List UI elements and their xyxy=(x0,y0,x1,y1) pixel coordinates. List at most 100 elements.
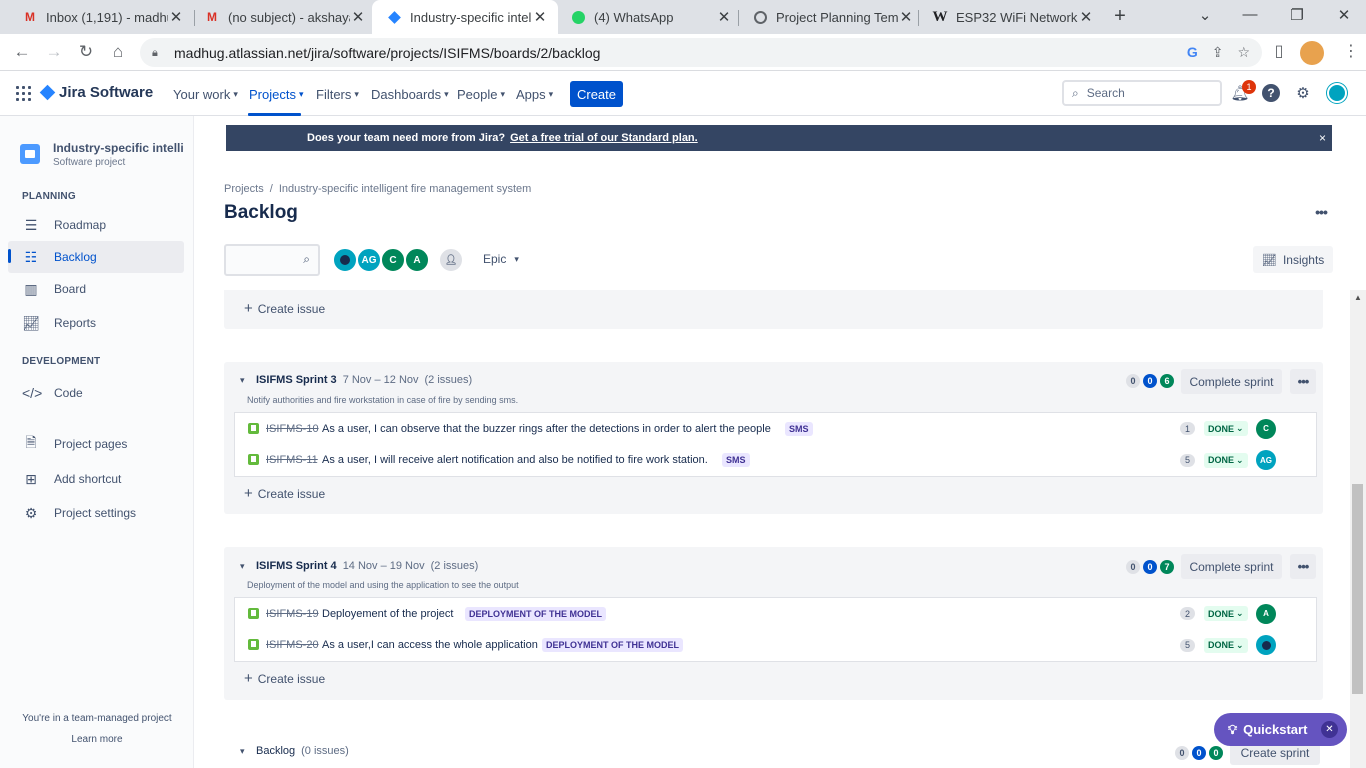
share-icon[interactable]: ⇪ xyxy=(1212,44,1224,61)
nav-projects[interactable]: Projects ▾ xyxy=(249,87,304,102)
help-icon[interactable]: ? xyxy=(1261,83,1281,103)
home-icon[interactable]: ⌂ xyxy=(107,42,129,62)
sidebar-item-backlog[interactable]: ☷ Backlog xyxy=(8,241,184,273)
browser-tab[interactable]: (4) WhatsApp ✕ xyxy=(556,0,742,34)
nav-apps[interactable]: Apps ▾ xyxy=(516,87,553,102)
project-name[interactable]: Industry-specific intelli... xyxy=(53,141,183,155)
quickstart-button[interactable]: 💡︎ Quickstart ✕ xyxy=(1214,713,1347,746)
sidebar-item-code[interactable]: </> Code xyxy=(8,377,184,409)
app-switcher-icon[interactable] xyxy=(16,86,31,101)
sprint-header[interactable]: ▾ ISIFMS Sprint 3 7 Nov – 12 Nov (2 issu… xyxy=(240,374,472,386)
avatar-filter[interactable]: A xyxy=(404,247,430,273)
close-icon[interactable]: ✕ xyxy=(898,8,914,26)
side-panel-icon[interactable]: ▯ xyxy=(1268,41,1290,61)
main-scrollbar[interactable]: ▲ xyxy=(1350,290,1366,768)
banner-trial-link[interactable]: Get a free trial of our Standard plan. xyxy=(510,132,698,144)
avatar-filter[interactable] xyxy=(332,247,358,273)
sidebar-item-project-settings[interactable]: ⚙ Project settings xyxy=(8,497,184,529)
sprint-header[interactable]: ▾ ISIFMS Sprint 4 14 Nov – 19 Nov (2 iss… xyxy=(240,560,478,572)
avatar-filter[interactable]: AG xyxy=(356,247,382,273)
backlog-search-input[interactable]: ⌕ xyxy=(224,244,320,276)
window-close-icon[interactable]: ✕ xyxy=(1334,6,1354,24)
browser-tab[interactable]: Project Planning Temp ✕ xyxy=(738,0,924,34)
sidebar-item-project-pages[interactable]: 🗎︎ Project pages xyxy=(8,428,184,460)
status-dropdown[interactable]: DONE ⌄ xyxy=(1204,452,1248,468)
browser-tab[interactable]: W ESP32 WiFi Networkin ✕ xyxy=(918,0,1104,34)
restore-icon[interactable]: ❐ xyxy=(1287,6,1307,24)
assignee-avatar[interactable]: AG xyxy=(1256,450,1276,470)
user-avatar[interactable] xyxy=(1327,83,1347,103)
close-icon[interactable]: ✕ xyxy=(350,8,366,26)
assignee-avatar[interactable]: A xyxy=(1256,603,1276,624)
story-points[interactable]: 2 xyxy=(1180,607,1195,620)
new-tab-icon[interactable]: + xyxy=(1108,5,1132,28)
complete-sprint-button[interactable]: Complete sprint xyxy=(1181,554,1282,579)
create-issue-button[interactable]: + Create issue xyxy=(244,485,325,502)
forward-icon[interactable]: → xyxy=(43,42,65,62)
create-issue-button[interactable]: + Create issue xyxy=(244,670,325,687)
breadcrumb-projects[interactable]: Projects xyxy=(224,183,264,195)
learn-more-link[interactable]: Learn more xyxy=(0,734,194,745)
issue-row[interactable]: ISIFMS-10 As a user, I can observe that … xyxy=(234,412,1317,445)
create-button[interactable]: Create xyxy=(570,81,623,107)
story-points[interactable]: 5 xyxy=(1180,453,1195,467)
backlog-header[interactable]: ▾ Backlog (0 issues) xyxy=(240,745,349,757)
avatar-filter[interactable]: C xyxy=(380,247,406,273)
issue-key[interactable]: ISIFMS-19 xyxy=(266,608,319,620)
close-icon[interactable]: ✕ xyxy=(532,8,548,26)
browser-tab[interactable]: M Inbox (1,191) - madhu ✕ xyxy=(8,0,194,34)
browser-profile-avatar[interactable] xyxy=(1300,41,1324,65)
browser-tab-active[interactable]: Industry-specific intell ✕ xyxy=(372,0,558,34)
sidebar-item-reports[interactable]: 📈︎ Reports xyxy=(8,307,184,339)
sidebar-item-roadmap[interactable]: ☰ Roadmap xyxy=(8,209,184,241)
issue-row[interactable]: ISIFMS-19 Deployement of the project DEP… xyxy=(234,597,1317,630)
sidebar-item-add-shortcut[interactable]: ⊞ Add shortcut xyxy=(8,463,184,495)
assignee-avatar[interactable]: C xyxy=(1256,418,1276,439)
status-dropdown[interactable]: DONE ⌄ xyxy=(1204,421,1248,436)
close-icon[interactable]: ✕ xyxy=(1078,8,1094,26)
more-actions-icon[interactable]: ••• xyxy=(1290,369,1316,394)
insights-button[interactable]: 📈︎ Insights xyxy=(1253,246,1333,273)
close-icon[interactable]: ✕ xyxy=(168,8,184,26)
add-people-icon[interactable]: 👤︎ xyxy=(438,247,464,273)
close-icon[interactable]: × xyxy=(1319,131,1326,145)
bookmark-star-icon[interactable]: ☆ xyxy=(1237,44,1250,61)
nav-dashboards[interactable]: Dashboards ▾ xyxy=(371,87,449,102)
more-actions-icon[interactable]: ••• xyxy=(1308,200,1334,224)
tab-search-icon[interactable]: ⌄ xyxy=(1195,6,1215,24)
scroll-up-icon[interactable]: ▲ xyxy=(1354,293,1362,302)
browser-menu-icon[interactable]: ⋮ xyxy=(1340,41,1362,61)
close-icon[interactable]: ✕ xyxy=(716,8,732,26)
epic-filter-dropdown[interactable]: Epic ▾ xyxy=(483,252,519,266)
assignee-avatar[interactable] xyxy=(1256,635,1276,655)
close-icon[interactable]: ✕ xyxy=(1321,721,1338,738)
browser-tab[interactable]: M (no subject) - akshaya ✕ xyxy=(190,0,376,34)
issue-key[interactable]: ISIFMS-10 xyxy=(266,423,319,435)
story-points[interactable]: 5 xyxy=(1180,638,1195,652)
minimize-icon[interactable]: — xyxy=(1240,6,1260,23)
issue-key[interactable]: ISIFMS-11 xyxy=(266,454,318,466)
settings-gear-icon[interactable]: ⚙ xyxy=(1293,83,1313,103)
status-dropdown[interactable]: DONE ⌄ xyxy=(1204,637,1248,653)
complete-sprint-button[interactable]: Complete sprint xyxy=(1181,369,1282,394)
nav-people[interactable]: People ▾ xyxy=(457,87,505,102)
story-points[interactable]: 1 xyxy=(1180,422,1195,435)
reload-icon[interactable]: ↻ xyxy=(75,42,97,62)
nav-filters[interactable]: Filters ▾ xyxy=(316,87,359,102)
back-icon[interactable]: ← xyxy=(11,42,33,62)
more-actions-icon[interactable]: ••• xyxy=(1290,554,1316,579)
search-input[interactable]: ⌕ Search xyxy=(1062,80,1222,106)
todo-count: 0 xyxy=(1126,374,1140,388)
issue-row[interactable]: ISIFMS-11 As a user, I will receive aler… xyxy=(234,444,1317,477)
sidebar-item-board[interactable]: ▥ Board xyxy=(8,273,184,305)
status-dropdown[interactable]: DONE ⌄ xyxy=(1204,606,1248,621)
jira-logo[interactable]: Jira Software xyxy=(39,84,153,101)
google-icon[interactable]: G xyxy=(1187,44,1198,61)
issue-row[interactable]: ISIFMS-20 As a user,I can access the who… xyxy=(234,629,1317,662)
breadcrumb-project[interactable]: Industry-specific intelligent fire manag… xyxy=(279,183,532,195)
create-issue-button[interactable]: + Create issue xyxy=(244,300,325,317)
scrollbar-thumb[interactable] xyxy=(1352,484,1363,694)
issue-key[interactable]: ISIFMS-20 xyxy=(266,639,319,651)
nav-your-work[interactable]: Your work ▾ xyxy=(173,87,238,102)
address-bar[interactable]: 🔒︎ madhug.atlassian.net/jira/software/pr… xyxy=(140,38,1262,67)
